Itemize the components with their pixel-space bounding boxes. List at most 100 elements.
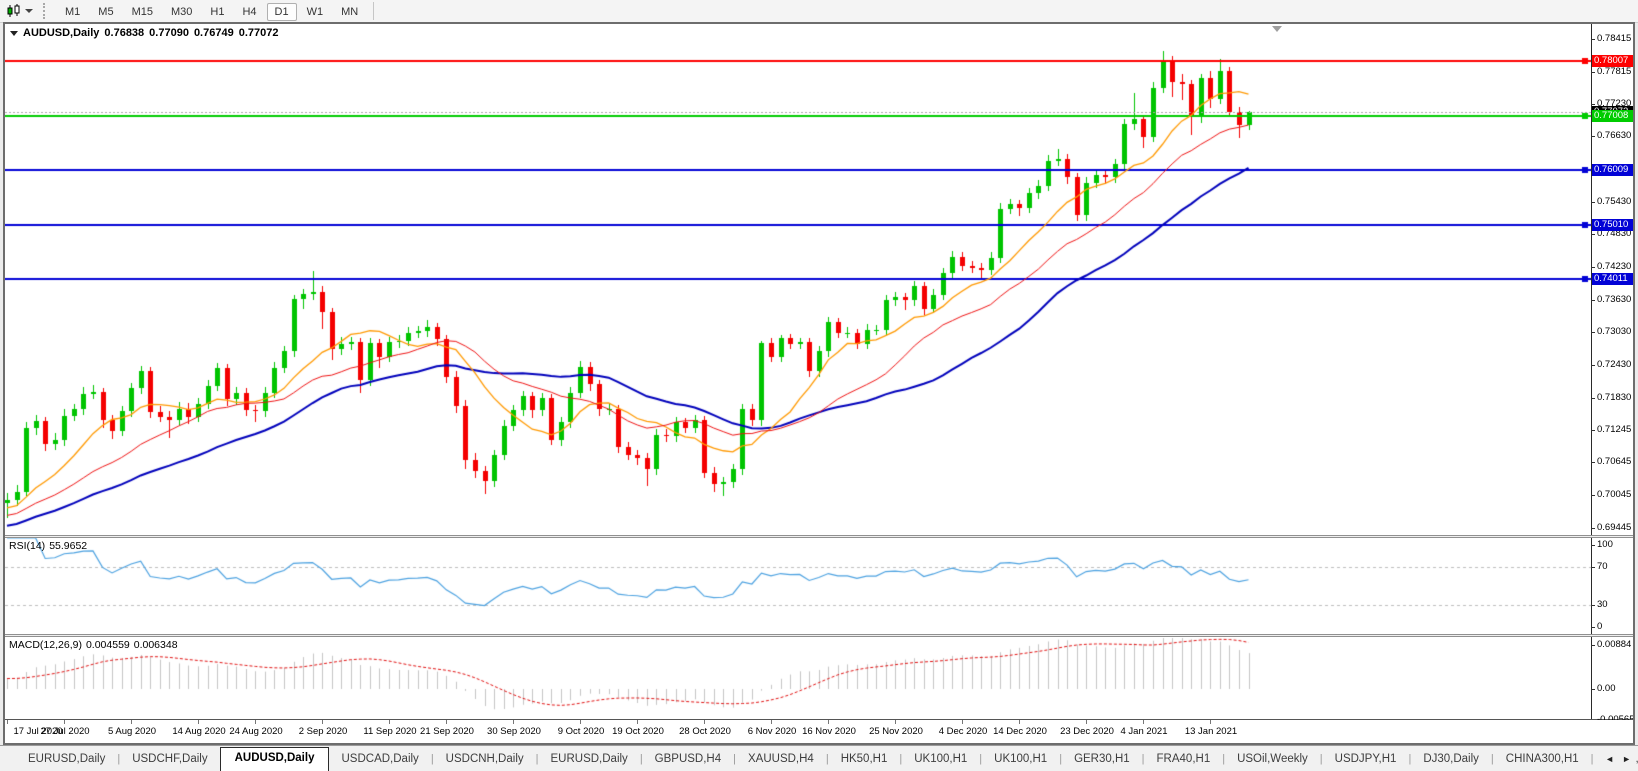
chart-symbol-label: AUDUSD,Daily (23, 27, 100, 39)
price-chart-canvas[interactable] (5, 24, 1591, 535)
rsi-indicator-canvas[interactable] (5, 538, 1591, 634)
top-toolbar: M1 M5 M15 M30 H1 H4 D1 W1 MN (0, 0, 1638, 23)
timeframe-button-d1[interactable]: D1 (266, 2, 297, 21)
chevron-down-icon[interactable] (25, 9, 33, 13)
tab-uk100-h1[interactable]: UK100,H1 (982, 748, 1059, 770)
tab-eurusd-daily[interactable]: EURUSD,Daily (16, 748, 117, 770)
tab-usdjpy-h1[interactable]: USDJPY,H1 (1323, 748, 1409, 770)
date-tick-label: 14 Aug 2020 (172, 726, 226, 737)
tab-ger30-h1[interactable]: GER30,H1 (1062, 748, 1142, 770)
axis-tick-mark (1591, 365, 1595, 366)
chart-window: AUDUSD,Daily 0.76838 0.77090 0.76749 0.77072… (3, 22, 1635, 745)
tab-audusd-daily[interactable]: AUDUSD,Daily (219, 747, 330, 771)
date-tick-label: 19 Oct 2020 (612, 726, 664, 737)
time-axis[interactable]: 17 Jul 2020 27 Jul 2020 5 Aug 2020 14 Aug 2… (5, 720, 1633, 743)
date-tick-label: 30 Sep 2020 (487, 726, 541, 737)
timeframe-toolbar: M1 M5 M15 M30 H1 H4 D1 W1 MN (56, 2, 367, 21)
chart-tab-bar: EURUSD,Daily | USDCHF,Daily AUDUSD,Daily USD… (0, 745, 1638, 771)
chart-window-icon[interactable] (10, 31, 18, 36)
price-tick-label: 0.73630 (1597, 294, 1632, 305)
timeframe-button-m30[interactable]: M30 (163, 3, 200, 21)
rsi-panel-resize-handle[interactable] (5, 535, 1633, 538)
date-tick-mark (637, 720, 638, 724)
tab-usoil-weekly[interactable]: USOil,Weekly (1225, 748, 1320, 770)
tab-usdchf-daily[interactable]: USDCHF,Daily (120, 748, 219, 770)
date-tick-label: 16 Nov 2020 (802, 726, 856, 737)
candlestick-chart-icon[interactable] (4, 2, 24, 20)
macd-value-main: 0.004559 (85, 639, 130, 651)
date-tick-label: 5 Aug 2020 (107, 726, 157, 737)
date-tick-mark (64, 720, 65, 724)
axis-tick-mark (1591, 72, 1595, 73)
axis-tick-mark (1591, 39, 1595, 40)
price-tick-label: 0.70645 (1597, 456, 1632, 467)
axis-tick-mark (1591, 605, 1595, 607)
axis-tick-mark (1591, 104, 1595, 105)
axis-tick-mark (1591, 300, 1595, 301)
axis-tick-mark (1591, 528, 1595, 529)
axis-tick-mark (1591, 332, 1595, 333)
price-tick-label: 0.76630 (1597, 130, 1632, 141)
price-tick-label: 0.71830 (1597, 392, 1632, 403)
macd-value-signal: 0.006348 (133, 639, 178, 651)
date-tick-mark (1210, 720, 1211, 724)
date-tick-label: 2 Sep 2020 (298, 726, 348, 737)
date-tick-label: 25 Nov 2020 (869, 726, 923, 737)
timeframe-button-m1[interactable]: M1 (57, 3, 88, 21)
date-tick-mark (7, 720, 8, 724)
date-tick-label: 23 Dec 2020 (1060, 726, 1114, 737)
macd-name: MACD(12,26,9) (9, 639, 82, 651)
timeframe-button-m5[interactable]: M5 (90, 3, 121, 21)
price-tick-label: 0.77815 (1597, 66, 1632, 77)
axis-tick-mark (1591, 136, 1595, 137)
timeframe-button-m15[interactable]: M15 (124, 3, 161, 21)
chart-title: AUDUSD,Daily 0.76838 0.77090 0.76749 0.77072 (10, 27, 283, 39)
quote-high: 0.77090 (149, 27, 189, 39)
axis-tick-mark (1591, 398, 1595, 399)
tab-hk50-h1[interactable]: HK50,H1 (829, 748, 900, 770)
toolbar-separator (373, 2, 375, 20)
date-tick-mark (962, 720, 963, 724)
date-tick-mark (1143, 720, 1144, 724)
date-tick-label: 28 Oct 2020 (679, 726, 731, 737)
level-price-label: 0.78007 (1592, 55, 1633, 67)
macd-indicator-canvas[interactable] (5, 637, 1591, 720)
date-tick-mark (131, 720, 132, 724)
date-tick-label: 11 Sep 2020 (363, 726, 417, 737)
rsi-value: 55.9652 (49, 540, 88, 552)
rsi-tick-label: 30 (1597, 599, 1608, 611)
level-price-label: 0.74011 (1592, 273, 1633, 285)
tab-usdcad-daily[interactable]: USDCAD,Daily (329, 748, 430, 770)
chart-shift-marker[interactable] (1272, 26, 1282, 32)
price-tick-label: 0.71245 (1597, 424, 1632, 435)
axis-tick-mark (1591, 545, 1595, 546)
tab-fra40-h1[interactable]: FRA40,H1 (1145, 748, 1223, 770)
tab-uk100-h1[interactable]: UK100,H1 (902, 748, 979, 770)
date-tick-label: 21 Sep 2020 (420, 726, 474, 737)
macd-tick-label: 0.00884 (1597, 639, 1632, 650)
macd-panel-resize-handle[interactable] (5, 634, 1633, 637)
tab-gbpusd-h4[interactable]: GBPUSD,H4 (643, 748, 733, 770)
tab-xauusd-h4[interactable]: XAUUSD,H4 (736, 748, 826, 770)
tab-china300-h1[interactable]: CHINA300,H1 (1494, 748, 1591, 770)
timeframe-button-h1[interactable]: H1 (202, 3, 232, 21)
date-tick-mark (513, 720, 514, 724)
tab-usdcnh-daily[interactable]: USDCNH,Daily (434, 748, 536, 770)
date-tick-label: 4 Jan 2021 (1120, 726, 1168, 737)
toolbar-grip[interactable] (43, 3, 48, 19)
scroll-right-icon[interactable]: ► (1618, 754, 1635, 764)
rsi-tick-label: 0 (1597, 621, 1603, 632)
price-tick-label: 0.75430 (1597, 196, 1632, 207)
tab-eurusd-daily[interactable]: EURUSD,Daily (538, 748, 639, 770)
axis-tick-mark (1591, 627, 1595, 628)
tab-dj30-daily[interactable]: DJ30,Daily (1411, 748, 1491, 770)
axis-tick-mark (1591, 566, 1595, 568)
level-price-label: 0.75010 (1592, 219, 1633, 231)
date-tick-mark (322, 720, 323, 724)
price-tick-label: 0.70045 (1597, 489, 1632, 500)
timeframe-button-h4[interactable]: H4 (234, 3, 264, 21)
timeframe-button-mn[interactable]: MN (333, 3, 366, 21)
timeframe-button-w1[interactable]: W1 (299, 3, 332, 21)
axis-tick-mark (1591, 495, 1595, 496)
scroll-left-icon[interactable]: ◄ (1601, 754, 1618, 764)
